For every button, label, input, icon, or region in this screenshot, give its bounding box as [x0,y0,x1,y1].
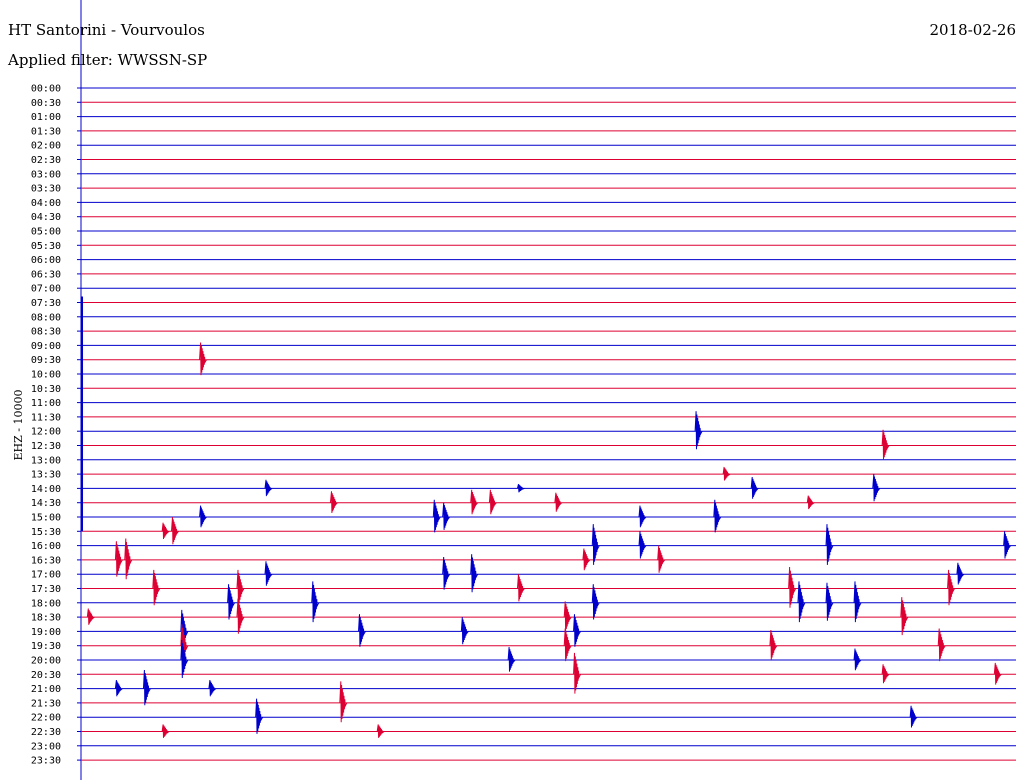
time-label-14:00: 14:00 [31,484,61,495]
time-label-09:00: 09:00 [31,341,61,352]
time-label-22:30: 22:30 [31,727,61,738]
seismic-event-37 [227,584,236,620]
seismic-event-65 [255,698,264,734]
seismic-event-62 [142,669,151,706]
seismic-event-29 [442,556,451,590]
time-label-18:00: 18:00 [31,598,61,609]
time-label-15:00: 15:00 [31,513,61,524]
time-label-16:00: 16:00 [31,541,61,552]
seismic-event-60 [993,662,1002,685]
time-label-09:30: 09:30 [31,355,61,366]
seismic-event-0 [199,342,207,376]
seismic-event-9 [470,489,479,515]
seismic-event-14 [432,499,441,533]
time-label-06:00: 06:00 [31,255,61,266]
seismic-event-21 [638,531,647,559]
time-label-17:00: 17:00 [31,570,61,581]
time-label-02:00: 02:00 [31,141,61,152]
time-label-07:30: 07:30 [31,298,61,309]
time-label-03:30: 03:30 [31,184,61,195]
seismogram-plot: 00:00 00:30 01:00 01:30 02:00 02:30 03:00 03:30… [31,0,1016,780]
seismic-event-15 [442,502,451,530]
seismic-event-38 [311,581,320,623]
time-label-15:30: 15:30 [31,527,61,538]
seismic-event-2 [881,429,890,460]
time-label-18:30: 18:30 [31,613,61,624]
seismic-event-57 [853,648,862,671]
seismic-event-45 [563,601,572,632]
time-label-19:30: 19:30 [31,641,61,652]
time-label-22:00: 22:00 [31,713,61,724]
seismic-event-10 [488,489,497,515]
seismic-event-54 [937,628,946,662]
seismic-event-40 [797,581,806,623]
seismic-event-23 [1003,531,1012,559]
seismic-event-49 [460,617,469,645]
seismic-event-58 [573,652,581,694]
seismic-event-27 [657,545,666,573]
seismic-event-13 [199,505,207,528]
seismic-event-31 [956,562,965,585]
seismic-event-7 [872,474,881,502]
seismic-event-56 [507,647,516,672]
seismic-event-20 [591,524,600,565]
seismic-event-19 [171,516,179,545]
seismic-event-16 [638,505,647,528]
time-label-10:30: 10:30 [31,384,61,395]
seismic-event-24 [114,541,123,577]
time-label-04:30: 04:30 [31,212,61,223]
time-label-01:30: 01:30 [31,126,61,137]
seismic-event-28 [264,561,273,586]
time-label-06:30: 06:30 [31,269,61,280]
time-label-19:00: 19:00 [31,627,61,638]
seismic-event-52 [563,628,572,662]
time-label-10:00: 10:00 [31,370,61,381]
seismic-event-42 [853,581,862,623]
seismic-event-32 [152,569,161,606]
time-label-08:30: 08:30 [31,327,61,338]
time-label-05:00: 05:00 [31,227,61,238]
seismic-event-6 [750,476,759,499]
time-label-00:00: 00:00 [31,84,61,95]
seismic-event-48 [358,614,366,647]
time-label-05:30: 05:30 [31,241,61,252]
time-label-07:00: 07:00 [31,284,61,295]
seismic-event-25 [124,538,133,580]
seismic-event-26 [582,548,591,571]
time-label-23:30: 23:30 [31,756,61,767]
time-label-00:30: 00:30 [31,98,61,109]
time-label-11:00: 11:00 [31,398,61,409]
time-label-12:00: 12:00 [31,427,61,438]
time-label-21:30: 21:30 [31,698,61,709]
seismic-event-22 [825,524,834,565]
time-label-21:00: 21:00 [31,684,61,695]
seismic-event-44 [236,598,245,634]
seismic-event-66 [909,705,918,728]
time-label-02:30: 02:30 [31,155,61,166]
time-label-13:30: 13:30 [31,470,61,481]
time-label-20:30: 20:30 [31,670,61,681]
seismic-event-64 [339,681,348,723]
seismic-event-53 [769,629,778,660]
time-label-03:00: 03:00 [31,169,61,180]
seismic-event-50 [573,614,581,647]
time-label-20:00: 20:00 [31,656,61,667]
time-label-17:30: 17:30 [31,584,61,595]
time-label-01:00: 01:00 [31,112,61,123]
time-label-08:00: 08:00 [31,312,61,323]
time-label-14:30: 14:30 [31,498,61,509]
seismic-event-17 [713,499,722,533]
time-label-16:30: 16:30 [31,555,61,566]
seismic-event-35 [788,566,797,608]
seismic-event-39 [591,584,600,620]
seismic-event-34 [516,574,525,602]
seismic-event-8 [329,491,338,514]
seismic-event-36 [947,569,955,606]
time-label-13:00: 13:00 [31,455,61,466]
time-label-11:30: 11:30 [31,412,61,423]
time-label-04:00: 04:00 [31,198,61,209]
time-label-23:00: 23:00 [31,741,61,752]
time-label-12:30: 12:30 [31,441,61,452]
